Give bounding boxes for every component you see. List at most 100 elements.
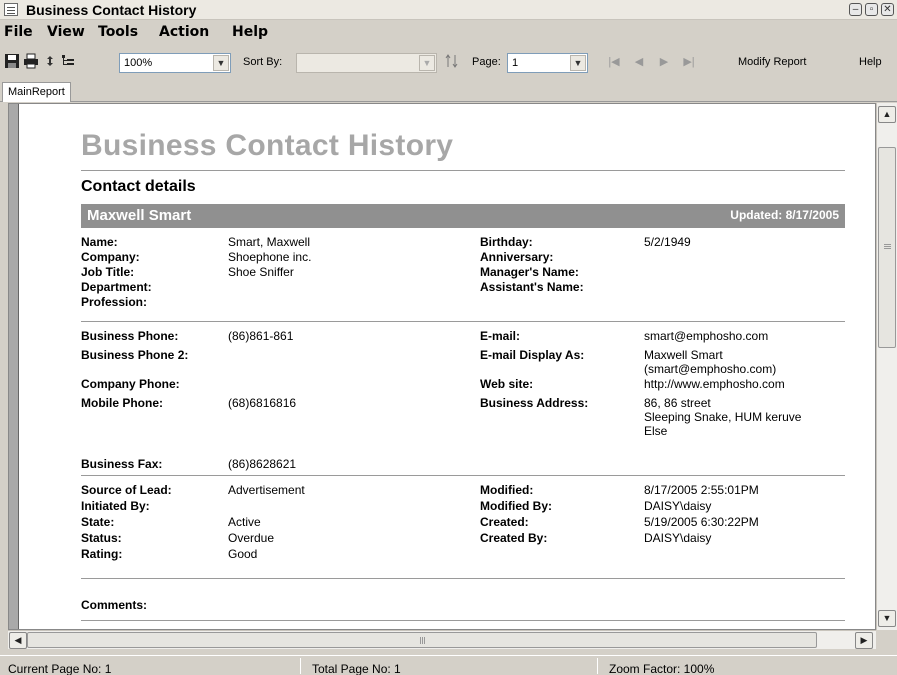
sort-direction-icon[interactable]	[444, 53, 460, 69]
scroll-left-icon[interactable]: ◀	[9, 632, 27, 649]
value-business-phone: (86)861-861	[228, 329, 294, 343]
label-name: Name:	[81, 235, 118, 249]
page-label: Page:	[472, 56, 501, 68]
value-business-address: Sleeping Snake, HUM keruve	[644, 410, 802, 424]
modify-report-button[interactable]: Modify Report	[738, 56, 806, 68]
chevron-down-icon[interactable]: ▼	[419, 55, 435, 71]
zoom-combo[interactable]: 100% ▼	[119, 53, 231, 73]
contact-name: Maxwell Smart	[87, 207, 192, 224]
window-title: Business Contact History	[26, 2, 197, 18]
scroll-down-icon[interactable]: ▼	[878, 610, 896, 627]
vertical-scrollbar[interactable]: ▲ ▼	[876, 103, 897, 630]
label-business-address: Business Address:	[480, 396, 589, 410]
first-page-icon[interactable]: |◀	[606, 53, 622, 71]
page-combo[interactable]: 1 ▼	[507, 53, 588, 73]
prev-page-icon[interactable]: ◀	[631, 53, 647, 71]
label-assistants-name: Assistant's Name:	[480, 280, 584, 294]
minimize-icon[interactable]: –	[849, 3, 862, 16]
value-business-address: 86, 86 street	[644, 396, 711, 410]
label-modified: Modified:	[480, 483, 534, 497]
horizontal-scrollbar[interactable]: ◀ ▶	[8, 630, 876, 649]
tree-icon[interactable]	[60, 53, 76, 69]
value-source-of-lead: Advertisement	[228, 483, 305, 497]
status-separator	[597, 658, 598, 674]
value-state: Active	[228, 515, 261, 529]
value-email-display-as: Maxwell Smart	[644, 348, 723, 362]
chevron-down-icon[interactable]: ▼	[570, 55, 586, 71]
scroll-right-icon[interactable]: ▶	[855, 632, 873, 649]
label-status: Status:	[81, 531, 122, 545]
label-department: Department:	[81, 280, 152, 294]
label-birthday: Birthday:	[480, 235, 533, 249]
report-title: Business Contact History	[81, 129, 454, 162]
toolbar: 100% ▼ Sort By: ▼ Page: 1 ▼ |◀ ◀ ▶ ▶| Mo…	[0, 44, 897, 78]
value-status: Overdue	[228, 531, 275, 545]
value-modified: 8/17/2005 2:55:01PM	[644, 483, 759, 497]
label-created-by: Created By:	[480, 531, 548, 545]
label-profession: Profession:	[81, 295, 148, 309]
app-window-icon[interactable]	[4, 3, 18, 16]
label-state: State:	[81, 515, 115, 529]
menu-file[interactable]: File	[4, 24, 33, 40]
label-company-phone: Company Phone:	[81, 377, 180, 391]
label-web-site: Web site:	[480, 377, 534, 391]
title-bar: Business Contact History – ▫ ✕	[0, 0, 897, 20]
status-separator	[300, 658, 301, 674]
menu-tools[interactable]: Tools	[98, 24, 138, 40]
value-business-address: Else	[644, 424, 668, 438]
page-left-margin	[9, 104, 19, 629]
value-mobile-phone: (68)6816816	[228, 396, 297, 410]
scroll-up-icon[interactable]: ▲	[878, 106, 896, 123]
refresh-icon[interactable]	[42, 53, 58, 69]
label-initiated-by: Initiated By:	[81, 499, 150, 513]
status-bar: Current Page No: 1 Total Page No: 1 Zoom…	[0, 655, 897, 675]
value-rating: Good	[228, 547, 258, 561]
page-value: 1	[512, 57, 519, 69]
horizontal-scroll-thumb[interactable]	[27, 632, 817, 648]
zoom-factor-status: Zoom Factor: 100%	[609, 662, 715, 675]
label-email-display-as: E-mail Display As:	[480, 348, 585, 362]
menu-view[interactable]: View	[47, 24, 85, 40]
menu-bar: File View Tools Action Help	[0, 21, 897, 43]
label-company: Company:	[81, 250, 140, 264]
updated-date: Updated: 8/17/2005	[730, 208, 839, 222]
save-icon[interactable]	[4, 53, 20, 69]
help-button[interactable]: Help	[859, 56, 882, 68]
label-managers-name: Manager's Name:	[480, 265, 579, 279]
value-created: 5/19/2005 6:30:22PM	[644, 515, 759, 529]
chevron-down-icon[interactable]: ▼	[213, 55, 229, 71]
value-job-title: Shoe Sniffer	[228, 265, 294, 279]
contact-banner: Maxwell Smart Updated: 8/17/2005	[81, 204, 845, 228]
label-mobile-phone: Mobile Phone:	[81, 396, 163, 410]
zoom-value: 100%	[124, 57, 153, 69]
close-icon[interactable]: ✕	[881, 3, 894, 16]
value-business-fax: (86)8628621	[228, 457, 297, 471]
value-email[interactable]: smart@emphosho.com	[644, 329, 768, 343]
sort-by-label: Sort By:	[243, 56, 283, 68]
divider	[81, 475, 845, 476]
tab-mainreport[interactable]: MainReport	[2, 82, 71, 102]
value-web-site[interactable]: http://www.emphosho.com	[644, 377, 785, 391]
label-rating: Rating:	[81, 547, 123, 561]
report-viewport[interactable]: Business Contact History Contact details…	[8, 103, 876, 630]
menu-action[interactable]: Action	[159, 24, 209, 40]
print-icon[interactable]	[23, 53, 39, 69]
label-comments: Comments:	[81, 598, 148, 612]
menu-help[interactable]: Help	[232, 24, 268, 40]
value-company: Shoephone inc.	[228, 250, 312, 264]
report-page: Business Contact History Contact details…	[81, 104, 849, 629]
label-business-fax: Business Fax:	[81, 457, 163, 471]
value-name: Smart, Maxwell	[228, 235, 311, 249]
next-page-icon[interactable]: ▶	[656, 53, 672, 71]
divider	[81, 321, 845, 322]
vertical-scroll-thumb[interactable]	[878, 147, 896, 348]
grip-icon	[420, 637, 421, 644]
sort-by-combo[interactable]: ▼	[296, 53, 437, 73]
label-business-phone: Business Phone:	[81, 329, 179, 343]
label-job-title: Job Title:	[81, 265, 135, 279]
value-created-by: DAISY\daisy	[644, 531, 712, 545]
value-modified-by: DAISY\daisy	[644, 499, 712, 513]
value-email-display-as: (smart@emphosho.com)	[644, 362, 777, 376]
maximize-icon[interactable]: ▫	[865, 3, 878, 16]
last-page-icon[interactable]: ▶|	[681, 53, 697, 71]
